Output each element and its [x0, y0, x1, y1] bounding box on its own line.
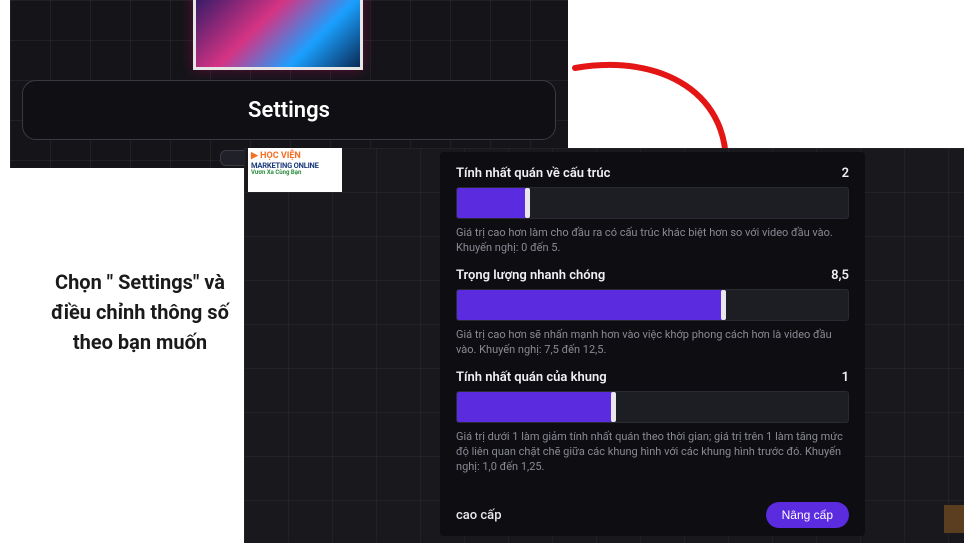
slider-header: Trọng lượng nhanh chóng 8,5	[456, 268, 849, 283]
slider-value: 2	[842, 166, 849, 181]
slider-description: Giá trị dưới 1 làm giảm tính nhất quán t…	[456, 429, 849, 475]
slider-track[interactable]	[456, 391, 849, 423]
slider-header: Tính nhất quán về cấu trúc 2	[456, 166, 849, 181]
slider-thumb[interactable]	[525, 188, 530, 218]
slider-thumb[interactable]	[611, 392, 616, 422]
video-thumbnail	[193, 0, 363, 70]
slider-value: 8,5	[831, 268, 849, 283]
slider-fill	[457, 188, 527, 218]
editor-canvas-top: Settings	[10, 0, 568, 168]
slider-track[interactable]	[456, 289, 849, 321]
slider-label: Tính nhất quán của khung	[456, 370, 607, 385]
slider-block: Tính nhất quán của khung 1 Giá trị dưới 1 …	[456, 370, 849, 475]
brand-logo: ▶ HỌC VIỆN MARKETING ONLINE Vươn Xa Cùng…	[248, 148, 342, 192]
slider-block: Tính nhất quán về cấu trúc 2 Giá trị cao h…	[456, 166, 849, 256]
slider-description: Giá trị cao hơn làm cho đầu ra có cấu tr…	[456, 225, 849, 256]
decorative-strip	[944, 505, 964, 533]
slider-label: Trọng lượng nhanh chóng	[456, 268, 605, 283]
instruction-text: Chọn " Settings" và điều chỉnh thông số …	[45, 267, 235, 357]
slider-track[interactable]	[456, 187, 849, 219]
slider-value: 1	[842, 370, 849, 385]
upgrade-button[interactable]: Nâng cấp	[766, 502, 849, 528]
slider-fill	[457, 392, 613, 422]
logo-line-3: Vươn Xa Cùng Bạn	[251, 170, 339, 177]
upgrade-button-label: Nâng cấp	[782, 508, 833, 522]
slider-label: Tính nhất quán về cấu trúc	[456, 166, 610, 181]
slider-description: Giá trị cao hơn sẽ nhấn mạnh hơn vào việ…	[456, 327, 849, 358]
slider-header: Tính nhất quán của khung 1	[456, 370, 849, 385]
settings-button-label: Settings	[248, 98, 330, 123]
slider-block: Trọng lượng nhanh chóng 8,5 Giá trị cao hơ…	[456, 268, 849, 358]
slider-fill	[457, 290, 723, 320]
settings-button[interactable]: Settings	[22, 80, 556, 140]
card-footer: cao cấp Nâng cấp	[456, 502, 849, 528]
settings-sliders-card: Tính nhất quán về cấu trúc 2 Giá trị cao h…	[440, 152, 865, 536]
settings-detail-canvas: ▶ HỌC VIỆN MARKETING ONLINE Vươn Xa Cùng…	[244, 148, 964, 543]
slider-thumb[interactable]	[721, 290, 726, 320]
footer-plan-label: cao cấp	[456, 508, 502, 523]
